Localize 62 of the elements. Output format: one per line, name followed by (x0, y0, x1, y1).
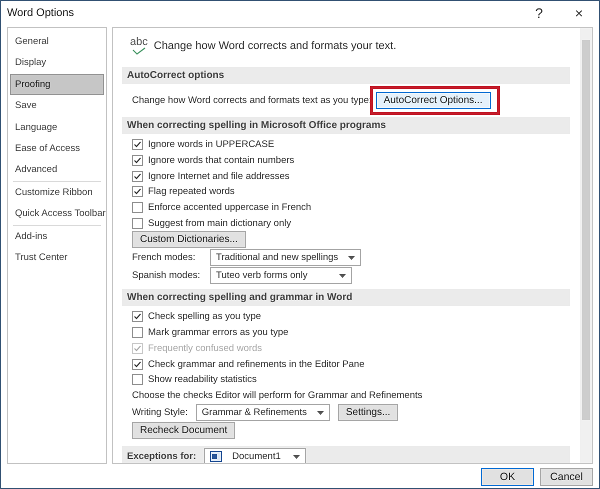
exceptions-label: Exceptions for: (127, 451, 196, 462)
caret-icon (293, 454, 300, 459)
settings-button[interactable]: Settings... (338, 404, 398, 422)
dropdown[interactable]: Grammar & Refinements (196, 404, 330, 422)
sidebar-item[interactable]: Ease of Access (10, 138, 104, 160)
sidebar-item[interactable]: Language (10, 116, 104, 138)
sidebar-item[interactable]: Advanced (10, 159, 104, 181)
sidebar-item[interactable]: Trust Center (10, 246, 104, 268)
checkbox[interactable] (132, 155, 143, 166)
checkbox-label: Frequently confused words (148, 342, 262, 354)
section-header: When correcting spelling in Microsoft Office programs (122, 117, 570, 134)
checkbox-label: Suggest from main dictionary only (148, 218, 292, 229)
checkbox-label: Flag repeated words (148, 186, 235, 198)
dialog-button[interactable]: Cancel (540, 468, 593, 486)
scrollbar[interactable] (580, 28, 592, 463)
checkbox-label: Mark grammar errors as you type (148, 327, 288, 338)
window-title: Word Options (7, 7, 74, 19)
sidebar-item[interactable]: Add-ins (10, 226, 104, 247)
dropdown-label: French modes: (132, 252, 196, 264)
dropdown-value: Document1 (232, 450, 281, 463)
close-button[interactable]: × (559, 1, 599, 25)
checkbox[interactable] (132, 358, 143, 370)
checkbox-label: Ignore words that contain numbers (148, 155, 294, 166)
checkbox-label: Check grammar and refinements in the Editor Pane (148, 358, 364, 370)
sidebar-item[interactable]: Save (10, 95, 104, 117)
action-button[interactable]: Recheck Document (132, 422, 236, 440)
caret-icon (339, 274, 346, 278)
help-button[interactable]: ? (519, 1, 559, 25)
sidebar-item[interactable]: Quick Access Toolbar (10, 203, 104, 225)
sidebar-item[interactable]: General (10, 31, 104, 52)
description-text: Choose the checks Editor will perform for Grammar and Refinements (132, 390, 422, 401)
dropdown[interactable]: Traditional and new spellings (210, 249, 362, 266)
checkbox-label: Check spelling as you type (148, 311, 262, 322)
checkbox[interactable] (132, 218, 143, 229)
dropdown-label: Spanish modes: (132, 270, 202, 282)
checkbox-label: Ignore words in UPPERCASE (148, 139, 274, 150)
sidebar-item[interactable]: Proofing (10, 74, 104, 96)
document-dropdown[interactable]: Document1 (204, 448, 306, 463)
header-text: Change how Word corrects and formats your text. (154, 40, 396, 52)
caret-icon (348, 256, 356, 260)
section-header: AutoCorrect options (122, 67, 570, 84)
document-icon (210, 451, 222, 462)
section-header: When correcting spelling and grammar in Word (122, 289, 570, 306)
checkbox[interactable] (132, 327, 143, 338)
checkbox[interactable] (132, 139, 143, 150)
checkbox-label: Show readability statistics (148, 374, 257, 386)
checkbox[interactable] (132, 202, 143, 214)
checkbox[interactable] (132, 311, 143, 322)
sidebar-item[interactable]: Display (10, 52, 104, 74)
dialog-button[interactable]: OK (481, 468, 534, 486)
dropdown-label: Writing Style: (132, 407, 188, 418)
checkbox[interactable] (132, 186, 143, 198)
autocorrect-options-button[interactable]: AutoCorrect Options... (376, 92, 490, 108)
caret-icon (316, 410, 324, 415)
dropdown[interactable]: Tuteo verb forms only (210, 267, 352, 284)
checkbox[interactable] (132, 374, 143, 386)
checkbox-label: Enforce accented uppercase in French (148, 202, 312, 214)
sidebar-item[interactable]: Customize Ribbon (10, 182, 104, 204)
checkbox[interactable] (132, 170, 143, 182)
checkbox-label: Ignore Internet and file addresses (148, 170, 290, 182)
description-text: Change how Word corrects and formats text as you type: (132, 94, 372, 106)
action-button[interactable]: Custom Dictionaries... (132, 231, 246, 248)
